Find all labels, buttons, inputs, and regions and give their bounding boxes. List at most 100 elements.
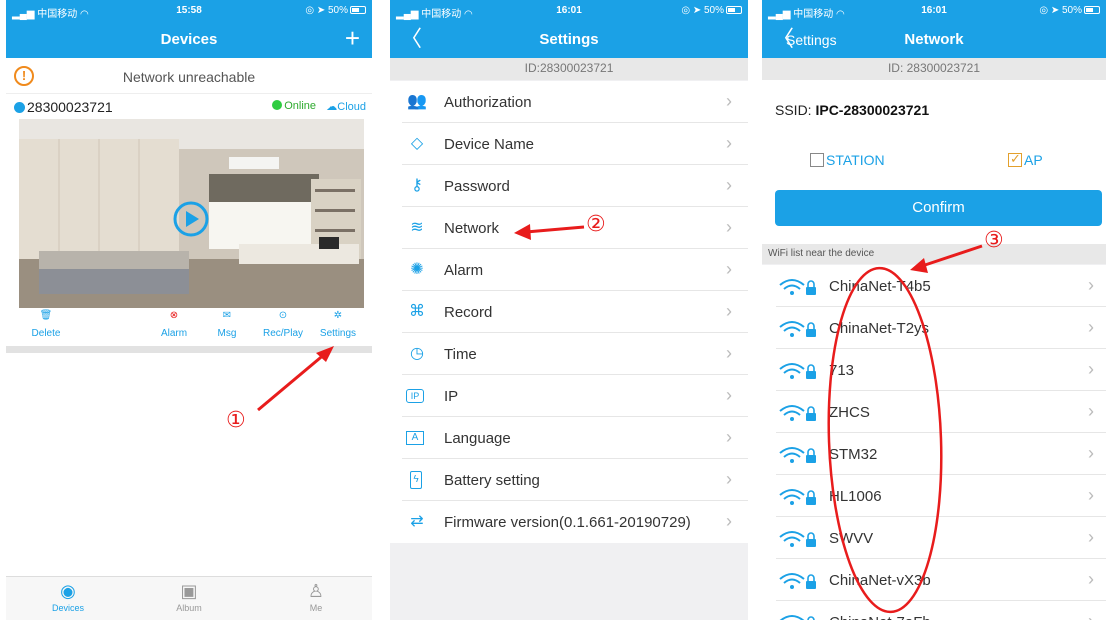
wifi-lock-icon — [778, 571, 824, 591]
settings-item-network[interactable]: ≋ Network › — [402, 207, 748, 249]
bedroom-photo — [19, 119, 364, 308]
chevron-right-icon: › — [726, 133, 732, 153]
battery-indicator: ◎ ➤ 50% — [1039, 5, 1100, 16]
ip-icon: IP — [406, 389, 424, 403]
chevron-right-icon: › — [726, 511, 732, 531]
battery-icon — [726, 6, 742, 14]
devices-screen: ▂▄▆ 中国移动 ◠ 15:58 ◎ ➤ 50% Devices + ! Net… — [6, 0, 372, 620]
checkbox-unchecked-icon — [810, 153, 824, 167]
tab-me[interactable]: ♙ Me — [286, 581, 346, 613]
checkbox-checked-icon — [1008, 151, 1022, 167]
battery-indicator: ◎ ➤ 50% — [681, 5, 742, 16]
chevron-right-icon: › — [1088, 359, 1094, 379]
chevron-right-icon: › — [1088, 569, 1094, 589]
wifi-lock-icon — [778, 487, 824, 507]
alarm-button[interactable]: ⊗ Alarm — [154, 310, 194, 339]
key-icon: ⚷ — [411, 177, 423, 194]
settings-item-device-name[interactable]: ◇ Device Name › — [402, 123, 748, 165]
device-status-icon — [14, 102, 25, 113]
users-icon: 👥 — [407, 93, 427, 110]
cloud-button[interactable]: ☁Cloud — [326, 100, 366, 113]
page-title: Devices — [160, 31, 218, 48]
camera-preview[interactable] — [19, 119, 364, 308]
divider — [6, 346, 372, 353]
wifi-item[interactable]: SWVV › — [776, 517, 1106, 559]
chevron-right-icon: › — [726, 259, 732, 279]
wifi-item[interactable]: ChinaNet-T4b5 › — [776, 265, 1106, 307]
battery-indicator: ◎ ➤ 50% — [305, 5, 366, 16]
nav-bar: 〈 Settings — [390, 22, 748, 58]
settings-item-record[interactable]: ⌘ Record › — [402, 291, 748, 333]
step-2-marker: ② — [586, 212, 606, 237]
online-dot-icon — [272, 100, 283, 110]
network-screen: ▂▄▆ 中国移动 ◠ 16:01 ◎ ➤ 50% 〈 Settings Netw… — [762, 0, 1106, 620]
settings-item-ip[interactable]: IP IP › — [402, 375, 748, 417]
wifi-name: HL1006 — [829, 488, 882, 505]
battery-icon — [1084, 6, 1100, 14]
ssid-value: IPC-28300023721 — [815, 102, 930, 118]
settings-item-time[interactable]: ◷ Time › — [402, 333, 748, 375]
chevron-right-icon: › — [726, 301, 732, 321]
step-1-marker: ① — [226, 408, 246, 433]
device-id-bar: ID: 28300023721 — [762, 58, 1106, 80]
settings-item-password[interactable]: ⚷ Password › — [402, 165, 748, 207]
wifi-item[interactable]: ZHCS › — [776, 391, 1106, 433]
tag-icon: ◇ — [410, 135, 424, 152]
battery-percent: 50% — [327, 5, 348, 16]
alarm-icon: ✺ — [410, 261, 424, 278]
play-circle-icon: ⊙ — [278, 310, 288, 321]
ssid-label: SSID: IPC-28300023721 — [775, 102, 930, 118]
wifi-name: ChinaNet-7aFb — [829, 614, 931, 620]
msg-button[interactable]: ✉ Msg — [212, 310, 242, 339]
image-icon: ▣ — [180, 581, 198, 601]
chevron-right-icon: › — [726, 91, 732, 111]
wifi-item[interactable]: ChinaNet-T2ys › — [776, 307, 1106, 349]
station-checkbox[interactable]: STATION — [810, 152, 885, 168]
settings-item-alarm[interactable]: ✺ Alarm › — [402, 249, 748, 291]
warning-text: Network unreachable — [122, 69, 256, 85]
settings-item-authorization[interactable]: 👥 Authorization › — [402, 81, 748, 123]
wifi-item[interactable]: 713 › — [776, 349, 1106, 391]
chevron-right-icon: › — [1088, 275, 1094, 295]
alarm-shield-icon: ⊗ — [169, 310, 179, 321]
network-warning-banner[interactable]: ! Network unreachable — [6, 58, 372, 94]
add-device-button[interactable]: + — [345, 24, 360, 52]
wifi-name: 713 — [829, 362, 855, 379]
chevron-right-icon: › — [1088, 401, 1094, 421]
tab-album[interactable]: ▣ Album — [159, 581, 219, 613]
wifi-item[interactable]: ChinaNet-vX3b › — [776, 559, 1106, 601]
chevron-right-icon: › — [1088, 527, 1094, 547]
network-config-panel: SSID: IPC-28300023721 STATION AP Confirm — [762, 80, 1106, 244]
device-action-bar: 🗑 Delete ⊗ Alarm ✉ Msg ⊙ Rec/Play ✲ Settings — [6, 310, 372, 346]
wifi-item[interactable]: ChinaNet-7aFb › — [776, 601, 1106, 620]
wifi-lock-icon — [778, 445, 824, 465]
chevron-right-icon: › — [1088, 317, 1094, 337]
wifi-lock-icon — [778, 361, 824, 381]
settings-item-firmware[interactable]: ⇄ Firmware version(0.1.661-20190729) › — [402, 501, 748, 543]
battery-setting-icon: ϟ — [410, 471, 422, 489]
nav-bar: Devices + — [6, 22, 372, 58]
settings-button[interactable]: ✲ Settings — [312, 310, 364, 339]
wifi-lock-icon — [778, 613, 824, 620]
wifi-lock-icon — [778, 403, 824, 423]
ap-checkbox[interactable]: AP — [1008, 151, 1043, 168]
rec-play-button[interactable]: ⊙ Rec/Play — [258, 310, 308, 339]
clock-icon: ◷ — [410, 345, 424, 362]
composite-screenshot: ▂▄▆ 中国移动 ◠ 15:58 ◎ ➤ 50% Devices + ! Net… — [0, 0, 1106, 620]
tab-bar: ◉ Devices ▣ Album ♙ Me — [6, 576, 372, 620]
settings-item-battery[interactable]: ϟ Battery setting › — [402, 459, 748, 501]
settings-item-language[interactable]: A Language › — [402, 417, 748, 459]
status-bar: ▂▄▆ 中国移动 ◠ 16:01 ◎ ➤ 50% — [762, 0, 1106, 22]
delete-button[interactable]: 🗑 Delete — [26, 310, 66, 339]
status-bar: ▂▄▆ 中国移动 ◠ 15:58 ◎ ➤ 50% — [6, 0, 372, 22]
chevron-right-icon: › — [726, 469, 732, 489]
chevron-right-icon: › — [1088, 443, 1094, 463]
wifi-item[interactable]: STM32 › — [776, 433, 1106, 475]
tab-devices[interactable]: ◉ Devices — [38, 581, 98, 613]
confirm-button[interactable]: Confirm — [775, 190, 1102, 226]
settings-screen: ▂▄▆ 中国移动 ◠ 16:01 ◎ ➤ 50% 〈 Settings ID:2… — [390, 0, 748, 620]
wifi-item[interactable]: HL1006 › — [776, 475, 1106, 517]
wifi-lock-icon — [778, 529, 824, 549]
wifi-list: ChinaNet-T4b5 › ChinaNet-T2ys › 713 › ZHCS › STM… — [762, 265, 1106, 620]
camera-icon: ◉ — [60, 581, 76, 601]
